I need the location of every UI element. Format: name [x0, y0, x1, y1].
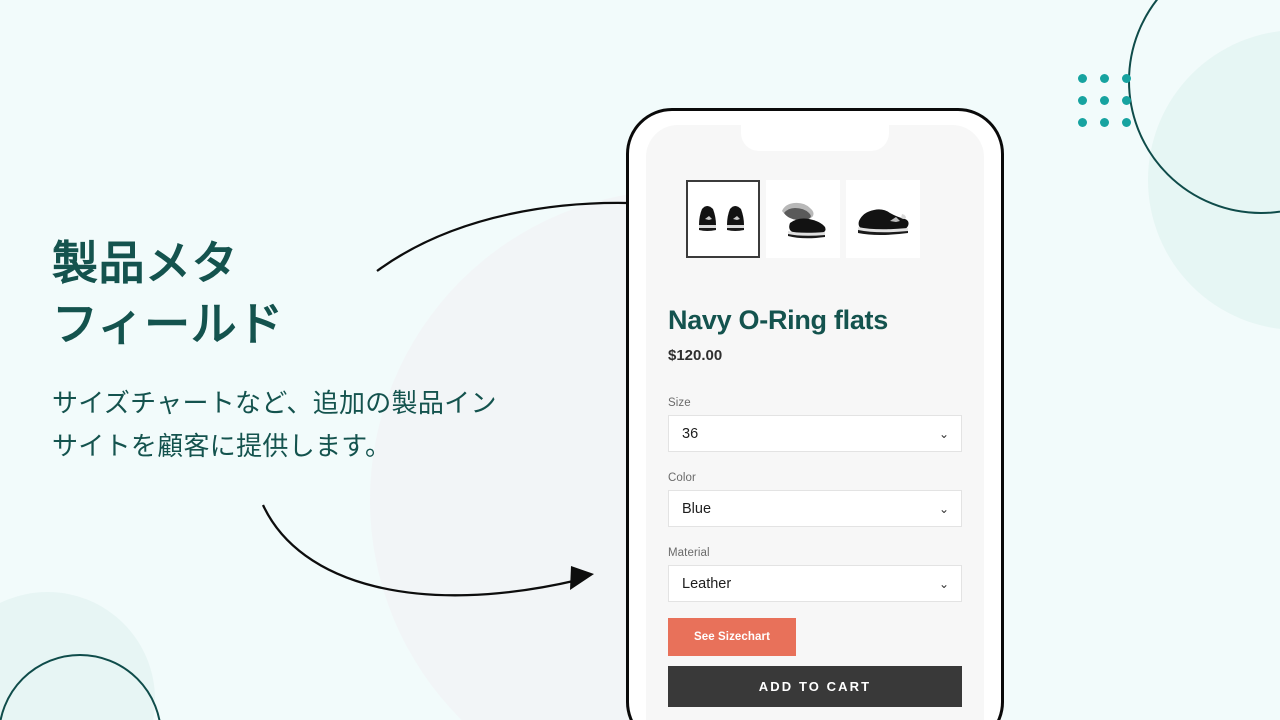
material-select-value: Leather	[682, 575, 732, 592]
gallery-thumbnail-1[interactable]	[686, 180, 760, 258]
field-label-material: Material	[668, 547, 710, 559]
chevron-down-icon: ⌄	[938, 576, 949, 591]
gallery-thumbnail-2[interactable]	[766, 180, 840, 258]
color-select[interactable]: Blue ⌄	[668, 490, 962, 527]
field-color: Color Blue ⌄	[668, 472, 962, 527]
color-select-value: Blue	[682, 500, 712, 517]
arrow-bottom-head	[570, 566, 594, 590]
add-to-cart-button[interactable]: ADD TO CART	[668, 666, 962, 707]
chevron-down-icon: ⌄	[938, 426, 949, 441]
field-label-size: Size	[668, 397, 691, 409]
sneaker-side-icon	[858, 209, 909, 235]
material-select[interactable]: Leather ⌄	[668, 565, 962, 602]
phone-screen: Navy O-Ring flats $120.00 Size 36 ⌄ Colo…	[646, 125, 984, 720]
arrow-bottom-curve	[261, 504, 579, 597]
chevron-down-icon: ⌄	[938, 501, 949, 516]
field-size: Size 36 ⌄	[668, 397, 962, 452]
sneaker-pair-rear-icon	[699, 206, 744, 231]
product-gallery	[686, 180, 920, 258]
slide-canvas: 製品メタ フィールド サイズチャートなど、追加の製品イン サイトを顧客に提供しま…	[0, 0, 1280, 720]
field-material: Material Leather ⌄	[668, 547, 962, 602]
arrow-top-curve	[376, 201, 669, 272]
size-select[interactable]: 36 ⌄	[668, 415, 962, 452]
product-info: Navy O-Ring flats $120.00 Size 36 ⌄ Colo…	[668, 305, 962, 707]
phone-notch	[741, 125, 889, 151]
phone-mockup: Navy O-Ring flats $120.00 Size 36 ⌄ Colo…	[626, 108, 1004, 720]
gallery-thumbnail-3[interactable]	[846, 180, 920, 258]
size-select-value: 36	[682, 425, 699, 442]
field-label-color: Color	[668, 472, 696, 484]
product-price: $120.00	[668, 347, 723, 364]
product-title: Navy O-Ring flats	[668, 305, 888, 335]
sneaker-angled-icon	[782, 202, 826, 239]
see-sizechart-button[interactable]: See Sizechart	[668, 618, 796, 656]
